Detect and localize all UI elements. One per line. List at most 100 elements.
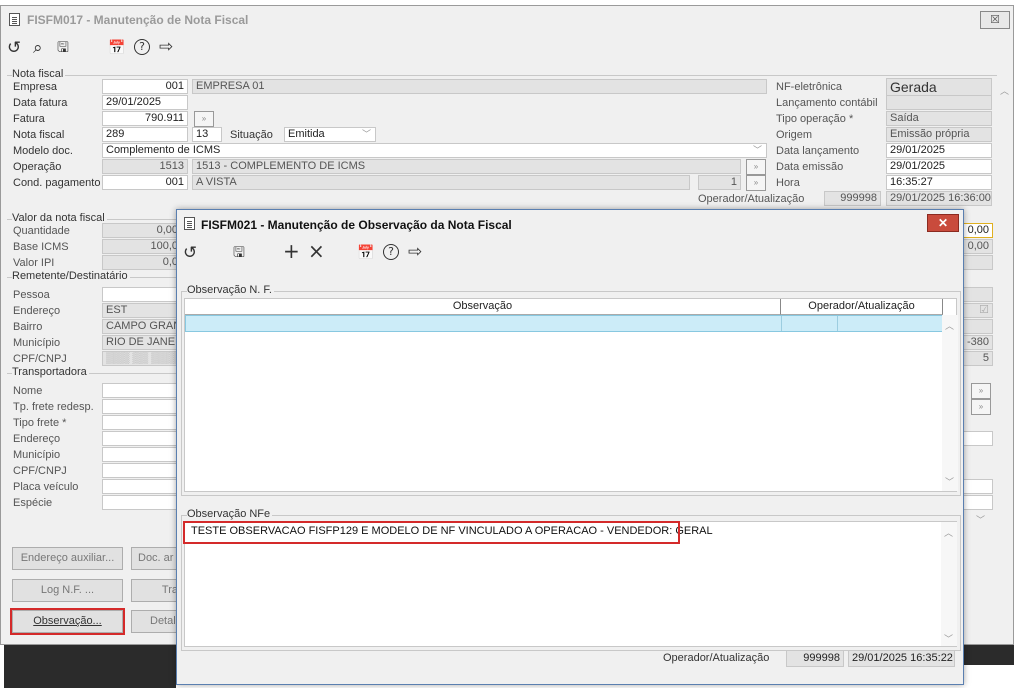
dialog-titlebar: FISFM021 - Manutenção de Observação da N… [177, 210, 963, 238]
tp-frete-redesp-select[interactable] [102, 399, 182, 414]
refresh-icon[interactable]: ↺ [7, 39, 21, 57]
scroll-up-icon[interactable]: ︿ [945, 319, 954, 332]
obs-nf-grid: Observação Operador/Atualização ︿ ﹀ [184, 298, 958, 492]
scroll-down-icon[interactable]: ﹀ [944, 632, 953, 645]
grid-selected-row[interactable] [185, 315, 943, 332]
help-icon[interactable]: ? [134, 39, 150, 55]
transp-lookup-button-2[interactable]: » [971, 399, 991, 415]
calendar-icon[interactable]: 📅 [108, 39, 125, 57]
empresa-name-field: EMPRESA 01 [192, 79, 767, 94]
placa-veiculo-field[interactable] [102, 479, 182, 494]
bairro-field: CAMPO GRAN [102, 319, 182, 334]
main-titlebar: FISFM017 - Manutenção de Nota Fiscal ☒ [1, 6, 1013, 32]
transp-municipio-field[interactable] [102, 447, 182, 462]
endereco-field: EST [102, 303, 182, 318]
endereco-label: Endereço [13, 305, 61, 317]
operacao-desc-field: 1513 - COMPLEMENTO DE ICMS [192, 159, 741, 174]
base-icms-label: Base ICMS [13, 241, 69, 253]
tra-button[interactable]: Tra [131, 579, 181, 602]
tipo-frete-select[interactable] [102, 415, 182, 430]
valor-right-field-3 [963, 255, 993, 270]
grid-cell-divider [837, 316, 838, 331]
scroll-up-icon[interactable]: ︿ [1000, 84, 1009, 97]
grid-header-operador[interactable]: Operador/Atualização [781, 299, 943, 315]
detal-button[interactable]: Detal [131, 610, 181, 633]
obs-nfe-text-highlight [183, 521, 680, 544]
empresa-code-field[interactable]: 001 [102, 79, 188, 94]
transp-right-field-2[interactable] [963, 479, 993, 494]
cond-pagamento-desc-field: A VISTA [192, 175, 690, 190]
especie-field[interactable] [102, 495, 182, 510]
transp-cpf-label: CPF/CNPJ [13, 465, 67, 477]
cond-pagamento-code-field[interactable]: 001 [102, 175, 188, 190]
transp-right-field-3[interactable] [963, 495, 993, 510]
scroll-down-icon[interactable]: ﹀ [945, 475, 954, 488]
modelo-doc-label: Modelo doc. [13, 145, 73, 157]
grid-header-observacao[interactable]: Observação [185, 299, 781, 315]
tipo-operacao-label: Tipo operação * [776, 113, 854, 125]
document-icon [9, 13, 20, 26]
operacao-code-field[interactable]: 1513 [102, 159, 188, 174]
data-emissao-field[interactable]: 29/01/2025 [886, 159, 992, 174]
search-icon[interactable]: ⌕ [33, 39, 43, 57]
doc-ar-button[interactable]: Doc. ar [131, 547, 181, 570]
placa-veiculo-label: Placa veículo [13, 481, 79, 493]
fatura-lookup-button[interactable]: » [194, 111, 214, 127]
observacao-dialog: FISFM021 - Manutenção de Observação da N… [176, 209, 964, 685]
exit-icon[interactable]: ⇨ [159, 38, 173, 56]
obs-nf-group-title: Observação N. F. [187, 284, 274, 296]
operacao-lookup-button[interactable]: » [746, 159, 766, 175]
serie-field[interactable]: 13 [192, 127, 222, 142]
operador-atualizacao-label: Operador/Atualização [698, 193, 805, 205]
save-icon[interactable]: 🖫 [233, 244, 245, 262]
taskbar-area-right [963, 645, 1014, 665]
save-icon[interactable]: 🖫 [57, 39, 69, 57]
log-nf-button[interactable]: Log N.F. ... [12, 579, 123, 602]
endereco-auxiliar-button[interactable]: Endereço auxiliar... [12, 547, 123, 570]
municipio-label: Município [13, 337, 61, 349]
dialog-close-button[interactable]: ✕ [927, 214, 959, 232]
help-icon[interactable]: ? [383, 244, 399, 260]
nota-fiscal-label: Nota fiscal [13, 129, 65, 141]
cond-pagamento-lookup-button[interactable]: » [746, 175, 766, 191]
empresa-label: Empresa [13, 81, 58, 93]
scroll-up-icon[interactable]: ︿ [944, 526, 953, 539]
remetente-right-field-1 [963, 287, 993, 302]
nota-fiscal-group-border [7, 75, 997, 76]
dialog-footer-data-field: 29/01/2025 16:35:22 [848, 650, 955, 667]
fatura-field[interactable]: 790.911 [102, 111, 188, 126]
modelo-doc-select[interactable]: Complemento de ICMS ﹀ [102, 143, 767, 158]
add-icon[interactable]: + [283, 241, 300, 261]
valor-group-title: Valor da nota fiscal [12, 212, 107, 224]
data-fatura-field[interactable]: 29/01/2025 [102, 95, 188, 110]
remetente-checkbox-field[interactable]: ☑ [963, 303, 993, 318]
transp-nome-field[interactable] [102, 383, 182, 398]
cep-field: -380 [963, 335, 993, 350]
pessoa-field[interactable] [102, 287, 182, 302]
transportadora-group-title: Transportadora [12, 366, 89, 378]
main-close-button[interactable]: ☒ [980, 11, 1010, 29]
calendar-icon[interactable]: 📅 [357, 244, 374, 262]
grid-scrollbar[interactable] [942, 315, 958, 491]
delete-icon[interactable]: × [308, 241, 325, 261]
pessoa-label: Pessoa [13, 289, 50, 301]
exit-icon[interactable]: ⇨ [408, 243, 422, 261]
hora-field[interactable]: 16:35:27 [886, 175, 992, 190]
situacao-select[interactable]: Emitida ﹀ [284, 127, 376, 142]
transp-lookup-button-1[interactable]: » [971, 383, 991, 399]
valor-right-field-2: 0,00 [963, 239, 993, 254]
scroll-down-icon[interactable]: ﹀ [976, 513, 985, 526]
valor-ipi-field: 0,0 [102, 255, 182, 270]
transp-nome-label: Nome [13, 385, 43, 397]
transp-right-field-1[interactable] [963, 431, 993, 446]
nota-fiscal-group-title: Nota fiscal [12, 68, 66, 80]
transp-endereco-field[interactable] [102, 431, 182, 446]
nota-fiscal-number-field[interactable]: 289 [102, 127, 188, 142]
data-lancamento-field[interactable]: 29/01/2025 [886, 143, 992, 158]
transp-cpf-field[interactable] [102, 463, 182, 478]
chevron-down-icon: ﹀ [752, 145, 762, 155]
textarea-scrollbar[interactable] [941, 522, 957, 646]
taskbar-area [4, 645, 176, 688]
refresh-icon[interactable]: ↺ [183, 244, 197, 262]
transp-municipio-label: Município [13, 449, 61, 461]
